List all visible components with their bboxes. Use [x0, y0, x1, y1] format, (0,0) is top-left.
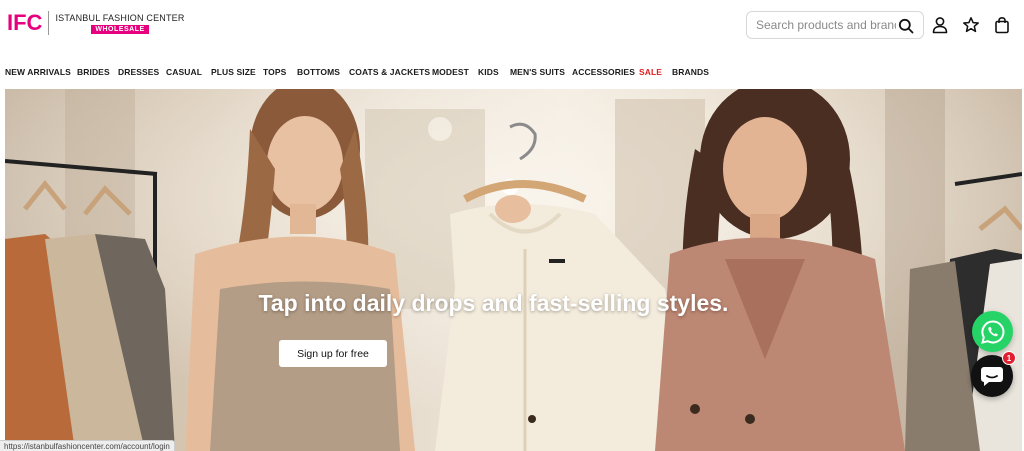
logo-divider [48, 11, 50, 35]
nav-item-plus-size[interactable]: PLUS SIZE [211, 67, 256, 77]
hero-headline: Tap into daily drops and fast-selling st… [5, 290, 1022, 317]
site-header: IFC ISTANBUL FASHION CENTER WHOLESALE [0, 0, 1024, 52]
nav-item-brides[interactable]: BRIDES [77, 67, 110, 77]
search-icon[interactable] [898, 18, 914, 34]
nav-item-accessories[interactable]: ACCESSORIES [572, 67, 635, 77]
nav-item-mens-suits[interactable]: MEN'S SUITS [510, 67, 565, 77]
nav-item-casual[interactable]: CASUAL [166, 67, 202, 77]
site-logo[interactable]: IFC ISTANBUL FASHION CENTER WHOLESALE [7, 11, 185, 35]
logo-wholesale-badge: WHOLESALE [91, 24, 149, 34]
account-icon[interactable] [931, 16, 949, 34]
wishlist-star-icon[interactable] [962, 16, 980, 34]
search-box [746, 11, 924, 39]
nav-item-sale[interactable]: SALE [639, 67, 662, 77]
whatsapp-button[interactable] [972, 311, 1013, 352]
link-preview-status-bar: https://istanbulfashioncenter.com/accoun… [0, 440, 175, 451]
hero-image [5, 89, 1022, 451]
nav-item-tops[interactable]: TOPS [263, 67, 286, 77]
nav-item-dresses[interactable]: DRESSES [118, 67, 159, 77]
main-navigation: NEW ARRIVALS BRIDES DRESSES CASUAL PLUS … [0, 62, 1024, 82]
logo-mark: IFC [7, 11, 42, 35]
hero-headline-text: Tap into daily drops and fast-selling st… [258, 290, 729, 316]
whatsapp-icon [980, 319, 1004, 344]
logo-text: ISTANBUL FASHION CENTER WHOLESALE [55, 13, 184, 34]
chat-notification-badge: 1 [1002, 351, 1016, 365]
nav-item-new-arrivals[interactable]: NEW ARRIVALS [5, 67, 71, 77]
cart-bag-icon[interactable] [993, 16, 1011, 34]
search-input[interactable] [756, 18, 896, 32]
sign-up-button[interactable]: Sign up for free [279, 340, 387, 367]
chat-icon [981, 367, 1003, 386]
hero-banner: Tap into daily drops and fast-selling st… [5, 89, 1022, 451]
nav-item-modest[interactable]: MODEST [432, 67, 469, 77]
logo-mark-text: IFC [7, 10, 43, 35]
nav-item-coats-jackets[interactable]: COATS & JACKETS [349, 67, 430, 77]
nav-item-kids[interactable]: KIDS [478, 67, 499, 77]
nav-item-brands[interactable]: BRANDS [672, 67, 709, 77]
logo-brand-name: ISTANBUL FASHION CENTER [55, 12, 185, 23]
nav-item-bottoms[interactable]: BOTTOMS [297, 67, 340, 77]
